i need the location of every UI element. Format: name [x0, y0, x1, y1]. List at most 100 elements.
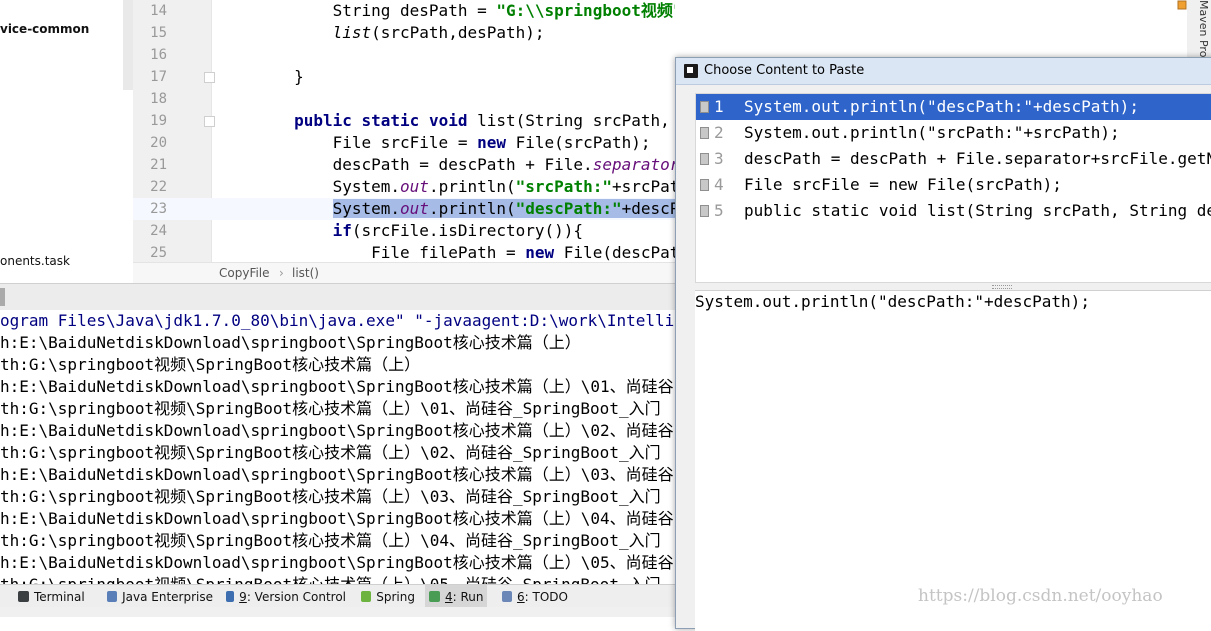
console-line: h:E:\BaiduNetdiskDownload\springboot\Spr… [0, 553, 674, 572]
code-token: String desPath = [294, 1, 497, 20]
line-number: 24 [150, 223, 167, 239]
line-number: 25 [150, 245, 167, 261]
line-number: 17 [150, 69, 167, 85]
run-icon [429, 591, 440, 602]
tool-window-button[interactable]: Java Enterprise [103, 585, 213, 608]
dialog-title: Choose Content to Paste [704, 63, 865, 78]
text-document-icon [700, 205, 709, 217]
clipboard-item[interactable]: 1 System.out.println("descPath:"+descPath… [696, 94, 1211, 120]
run-console-header [0, 283, 675, 311]
console-line: th:G:\springboot视频\SpringBoot核心技术篇（上）\05… [0, 574, 661, 584]
breadcrumb-method[interactable]: list() [292, 266, 319, 280]
code-text: public static void list(String srcPath, … [217, 110, 675, 132]
editor-line[interactable]: 18 [133, 88, 675, 110]
line-number: 21 [150, 157, 167, 173]
text-document-icon [700, 179, 709, 191]
code-token: if [332, 221, 352, 240]
tool-window-button[interactable]: Spring [357, 585, 415, 608]
code-token: public [294, 111, 352, 130]
maven-projects-tab[interactable]: Maven Pro [1197, 0, 1210, 57]
clipboard-item-text: File srcFile = new File(srcPath); [744, 175, 1062, 194]
console-line: h:E:\BaiduNetdiskDownload\springboot\Spr… [0, 377, 674, 396]
text-document-icon [700, 127, 709, 139]
tool-window-label: : Run [452, 589, 484, 604]
project-tree-item-package[interactable]: onents.task [0, 254, 70, 268]
line-number: 20 [150, 135, 167, 151]
code-token: +descPath); [621, 199, 675, 218]
fold-marker-icon[interactable] [204, 72, 215, 83]
code-text: descPath = descPath + File.separator+src… [217, 154, 675, 176]
clipboard-history-list[interactable]: 1 System.out.println("descPath:"+descPath… [695, 93, 1211, 283]
code-token: list(String srcPath, String desPath){ [477, 111, 670, 130]
code-token: System. [294, 177, 401, 196]
code-text: File srcFile = new File(srcPath); [217, 132, 651, 154]
editor-line[interactable]: 17 } [133, 66, 675, 88]
clipboard-item-text: descPath = descPath + File.separator+src… [744, 149, 1211, 168]
text-document-icon [700, 101, 709, 113]
code-token: new [525, 243, 555, 262]
code-text: System.out.println("srcPath:"+srcPath); [217, 176, 675, 198]
line-number: 16 [150, 47, 167, 63]
editor-line[interactable]: 22 System.out.println("srcPath:"+srcPath… [133, 176, 675, 198]
editor-line[interactable]: 25 File filePath = new File(descPath); [133, 242, 675, 262]
code-token: (srcFile.isDirectory()){ [351, 221, 584, 240]
editor-line[interactable]: 24 if(srcFile.isDirectory()){ [133, 220, 675, 242]
tool-window-button[interactable]: Terminal [14, 585, 94, 608]
dialog-title-bar[interactable]: Choose Content to Paste [676, 58, 1211, 85]
console-line: th:G:\springboot视频\SpringBoot核心技术篇（上）\01… [0, 399, 661, 418]
code-token: list [332, 23, 372, 42]
code-token: out [400, 177, 429, 196]
project-tree-item-module[interactable]: vice-common [0, 22, 89, 36]
console-line: th:G:\springboot视频\SpringBoot核心技术篇（上）\02… [0, 443, 661, 462]
spring-leaf-icon [361, 591, 372, 602]
clipboard-item[interactable]: 2 System.out.println("srcPath:"+srcPath); [696, 120, 1211, 146]
tool-window-shortcut: 9 [239, 589, 247, 604]
line-number: 18 [150, 91, 167, 107]
console-line: h:E:\BaiduNetdiskDownload\springboot\Spr… [0, 421, 674, 440]
fold-marker-icon[interactable] [204, 116, 215, 127]
tool-window-button[interactable]: 9: Version Control [222, 585, 346, 608]
version-control-icon [226, 591, 235, 602]
code-token: File(descPath); [563, 243, 675, 262]
run-console-output[interactable]: ogram Files\Java\jdk1.7.0_80\bin\java.ex… [0, 310, 675, 584]
project-tree-scrollbar[interactable] [123, 0, 133, 90]
text-document-icon [700, 153, 709, 165]
line-number: 22 [150, 179, 167, 195]
code-token: out [400, 199, 429, 218]
editor-line[interactable]: 23 System.out.println("descPath:"+descPa… [133, 198, 675, 220]
clipboard-item-number: 4 [714, 175, 724, 194]
tool-window-button[interactable]: 6: TODO [498, 585, 568, 608]
editor-line[interactable]: 16 [133, 44, 675, 66]
console-line: th:G:\springboot视频\SpringBoot核心技术篇（上）\03… [0, 487, 661, 506]
line-number: 15 [150, 25, 167, 41]
code-editor[interactable]: 14 String desPath = "G:\\springboot视频";1… [133, 0, 675, 262]
clipboard-item-text: System.out.println("descPath:"+descPath)… [744, 97, 1139, 116]
todo-icon [502, 591, 513, 602]
clipboard-item[interactable]: 5 public static void list(String srcPath,… [696, 198, 1211, 224]
intellij-app-icon [684, 64, 698, 78]
editor-line[interactable]: 21 descPath = descPath + File.separator+… [133, 154, 675, 176]
console-line: ogram Files\Java\jdk1.7.0_80\bin\java.ex… [0, 311, 675, 330]
code-token: "G:\\springboot视频" [496, 1, 675, 20]
tool-window-button[interactable]: 4: Run [425, 585, 487, 608]
breadcrumb-class[interactable]: CopyFile [219, 266, 270, 280]
tool-window-bar: Terminal Java Enterprise 9: Version Contro… [0, 584, 675, 608]
code-text: list(srcPath,desPath); [217, 22, 545, 44]
editor-line[interactable]: 15 list(srcPath,desPath); [133, 22, 675, 44]
code-token: +srcPath); [611, 177, 675, 196]
editor-line[interactable]: 14 String desPath = "G:\\springboot视频"; [133, 0, 675, 22]
clipboard-item[interactable]: 4 File srcFile = new File(srcPath); [696, 172, 1211, 198]
editor-line[interactable]: 20 File srcFile = new File(srcPath); [133, 132, 675, 154]
clipboard-item-number: 5 [714, 201, 724, 220]
dialog-splitter[interactable] [695, 282, 1211, 290]
editor-line[interactable]: 19 public static void list(String srcPat… [133, 110, 675, 132]
clipboard-item[interactable]: 3 descPath = descPath + File.separator+sr… [696, 146, 1211, 172]
tool-window-label: : Version Control [246, 589, 346, 604]
tool-window-label: Terminal [34, 589, 85, 604]
console-edge-handle[interactable] [0, 288, 5, 306]
